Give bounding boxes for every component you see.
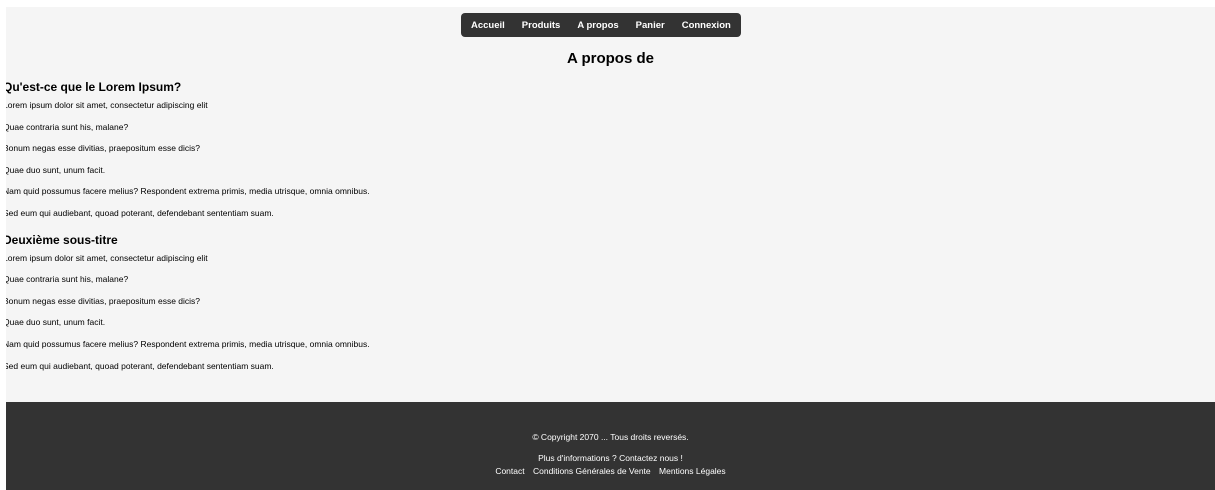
footer: © Copyright 2070 ... Tous droits reversé… [6,402,1215,490]
paragraph: Nam quid possumus facere melius? Respond… [6,338,370,349]
nav-item-panier[interactable]: Panier [636,20,665,31]
paragraph: Sed eum qui audiebant, quoad poterant, d… [6,207,274,218]
main-content: Qu'est-ce que le Lorem Ipsum? Lorem ipsu… [6,79,803,381]
section-deuxieme: Deuxième sous-titre Lorem ipsum dolor si… [6,232,803,382]
section-lorem-ipsum: Qu'est-ce que le Lorem Ipsum? Lorem ipsu… [6,79,803,229]
more-info-text: Plus d'informations ? Contactez nous ! [538,453,683,463]
section-heading: Deuxième sous-titre [6,232,118,247]
paragraph: Quae contraria sunt his, malane? [6,121,129,132]
footer-link-contact[interactable]: Contact [495,466,524,476]
section-heading: Qu'est-ce que le Lorem Ipsum? [6,80,182,94]
nav-item-a-propos[interactable]: A propos [577,20,618,31]
nav-item-connexion[interactable]: Connexion [682,20,731,31]
page-title: A propos de [567,50,654,67]
paragraph: Sed eum qui audiebant, quoad poterant, d… [6,360,274,371]
paragraph: Lorem ipsum dolor sit amet, consectetur … [6,100,208,110]
nav-item-accueil[interactable]: Accueil [471,20,505,31]
footer-link-mentions-legales[interactable]: Mentions Légales [659,466,726,476]
paragraph: Bonum negas esse divitias, praepositum e… [6,143,201,154]
footer-link-cgv[interactable]: Conditions Générales de Vente [533,466,651,476]
footer-links: Contact Conditions Générales de Vente Me… [6,466,1215,476]
paragraph: Nam quid possumus facere melius? Respond… [6,186,370,197]
paragraph: Quae duo sunt, unum facit. [6,317,106,328]
paragraph: Lorem ipsum dolor sit amet, consectetur … [6,252,208,263]
paragraph: Bonum negas esse divitias, praepositum e… [6,295,201,306]
copyright-text: © Copyright 2070 ... Tous droits reversé… [532,432,689,442]
page: Accueil Produits A propos Panier Connexi… [6,7,1215,490]
paragraph: Quae contraria sunt his, malane? [6,274,129,285]
nav-item-produits[interactable]: Produits [522,20,561,31]
paragraph: Quae duo sunt, unum facit. [6,164,106,175]
main-nav: Accueil Produits A propos Panier Connexi… [461,13,741,37]
